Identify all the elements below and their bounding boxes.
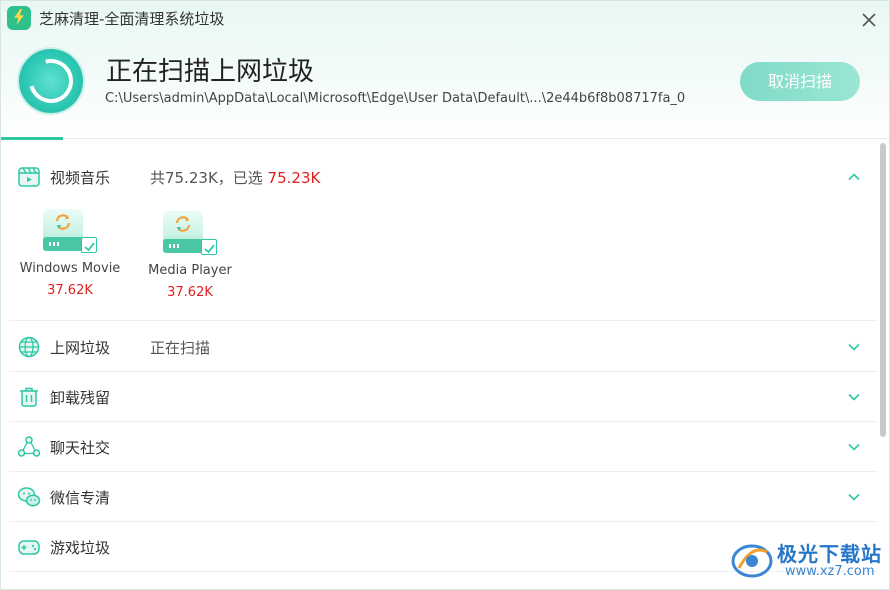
section-label: 上网垃圾 xyxy=(50,339,111,357)
item-name: Media Player xyxy=(148,263,232,278)
close-icon xyxy=(862,13,876,27)
chevron-down-icon[interactable] xyxy=(844,487,864,507)
section-label: 微信专清 xyxy=(50,489,111,507)
disk-icon xyxy=(43,209,97,253)
category-list[interactable]: 视频音乐 共75.23K，已选 75.23K Windows Movie 37.… xyxy=(1,141,877,589)
check-icon xyxy=(83,242,95,252)
chevron-down-icon[interactable] xyxy=(844,437,864,457)
section-web-junk[interactable]: 上网垃圾 正在扫描 xyxy=(1,322,877,372)
cancel-scan-button[interactable]: 取消扫描 xyxy=(740,62,860,101)
app-logo-icon xyxy=(7,6,31,30)
section-uninstall-residue[interactable]: 卸载残留 xyxy=(1,372,877,422)
scan-current-path: C:\Users\admin\AppData\Local\Microsoft\E… xyxy=(105,91,686,106)
globe-icon xyxy=(18,336,40,358)
scan-header: 芝麻清理-全面清理系统垃圾 正在扫描上网垃圾 C:\Users\admin\Ap… xyxy=(1,1,889,140)
trash-icon xyxy=(20,387,38,407)
close-button[interactable] xyxy=(857,8,881,32)
vertical-scrollbar[interactable] xyxy=(878,141,888,589)
section-video-music: 视频音乐 共75.23K，已选 75.23K Windows Movie 37.… xyxy=(1,151,877,321)
window-title: 芝麻清理-全面清理系统垃圾 xyxy=(39,10,225,28)
chevron-down-icon[interactable] xyxy=(844,387,864,407)
gamepad-icon xyxy=(18,540,40,555)
section-chat-social[interactable]: 聊天社交 xyxy=(1,422,877,472)
app-window: 芝麻清理-全面清理系统垃圾 正在扫描上网垃圾 C:\Users\admin\Ap… xyxy=(0,0,890,590)
chevron-down-icon[interactable] xyxy=(844,337,864,357)
chevron-up-icon[interactable] xyxy=(844,167,864,187)
section-label: 游戏垃圾 xyxy=(50,539,111,557)
watermark-logo-icon xyxy=(731,544,773,578)
video-music-icon xyxy=(18,167,40,187)
site-watermark: 极光下载站 www.xz7.com xyxy=(727,534,887,586)
watermark-name: 极光下载站 xyxy=(777,542,882,566)
check-icon xyxy=(203,244,215,254)
item-size: 37.62K xyxy=(167,285,213,300)
section-status: 正在扫描 xyxy=(150,339,211,357)
section-label: 卸载残留 xyxy=(50,389,111,407)
wechat-icon xyxy=(17,487,41,507)
item-tile[interactable]: Media Player 37.62K xyxy=(135,211,245,311)
section-wechat-clean[interactable]: 微信专清 xyxy=(1,472,877,522)
scan-progress-bar xyxy=(1,137,889,140)
item-size: 37.62K xyxy=(47,283,93,298)
watermark-url: www.xz7.com xyxy=(785,564,875,579)
scan-progress-fill xyxy=(1,137,63,140)
title-bar[interactable]: 芝麻清理-全面清理系统垃圾 xyxy=(1,1,889,35)
scrollbar-thumb[interactable] xyxy=(880,143,886,437)
scan-title: 正在扫描上网垃圾 xyxy=(106,57,315,87)
disk-icon xyxy=(163,211,217,255)
selected-size: 75.23K xyxy=(267,169,321,187)
item-name: Windows Movie xyxy=(19,261,121,276)
item-checkbox[interactable] xyxy=(81,237,97,253)
section-status: 共75.23K，已选 75.23K xyxy=(150,169,321,187)
section-label: 聊天社交 xyxy=(50,439,111,457)
item-checkbox[interactable] xyxy=(201,239,217,255)
social-icon xyxy=(17,436,41,457)
section-label: 视频音乐 xyxy=(50,169,111,187)
item-tile[interactable]: Windows Movie 37.62K xyxy=(15,209,125,309)
scan-progress-ring-icon xyxy=(19,49,83,113)
